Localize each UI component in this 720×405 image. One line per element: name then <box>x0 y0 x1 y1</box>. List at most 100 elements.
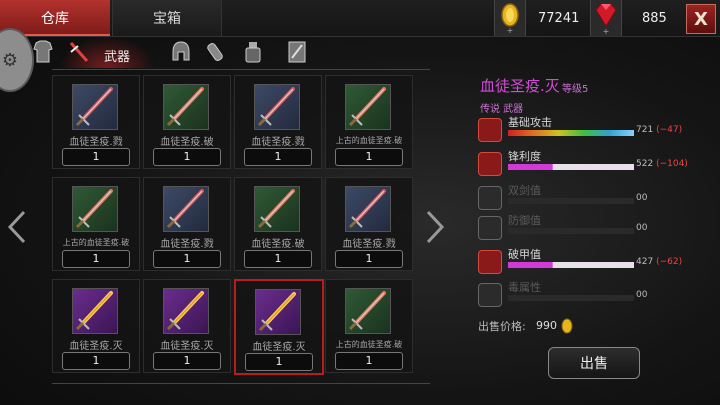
item-name: 血徒圣疫.灭 <box>252 342 306 353</box>
inventory-slot[interactable]: 血徒圣疫.破 1 <box>143 75 231 169</box>
gem-balance: + 885 <box>590 0 667 36</box>
item-title: 血徒圣疫.灭 <box>480 77 560 95</box>
item-name: 血徒圣疫.破 <box>160 137 214 148</box>
stat-icon <box>478 283 502 307</box>
stat-number: 522 <box>636 159 654 169</box>
stat-number: 00 <box>636 290 648 300</box>
item-quantity: 1 <box>153 148 221 166</box>
item-name: 上古的血徒圣疫.破 <box>335 136 403 145</box>
sword-icon <box>254 84 300 130</box>
item-quantity: 1 <box>153 352 221 370</box>
stat-value: 00 <box>636 193 647 203</box>
stat-bar <box>508 164 634 170</box>
potion-category-icon[interactable] <box>242 40 264 64</box>
stat-number: 00 <box>636 223 648 233</box>
tab-treasure-chest[interactable]: 宝箱 <box>112 0 222 36</box>
sword-icon <box>72 84 118 130</box>
stat-icon <box>478 118 502 142</box>
sword-icon <box>72 186 118 232</box>
coin-amount: 77241 <box>538 10 580 26</box>
stat-label: 基础攻击 <box>508 116 552 129</box>
category-weapon-label: 武器 <box>104 50 131 65</box>
item-quantity: 1 <box>62 250 130 268</box>
inventory-slot[interactable]: 血徒圣疫.戮 1 <box>234 75 322 169</box>
helmet-category-icon[interactable] <box>170 40 192 64</box>
stat-number: 721 <box>636 125 654 135</box>
sell-price-label: 出售价格: <box>478 320 526 333</box>
item-name: 血徒圣疫.破 <box>251 239 305 250</box>
inventory-slot[interactable]: 血徒圣疫.灭 1 <box>52 279 140 373</box>
item-level: 等级5 <box>562 84 589 95</box>
inventory-slot[interactable]: 上古的血徒圣疫.破 1 <box>52 177 140 271</box>
sword-icon <box>345 84 391 130</box>
sword-icon <box>255 289 301 335</box>
stat-label: 双剑值 <box>508 184 541 197</box>
stat-label: 防御值 <box>508 214 541 227</box>
grid-bottom-divider <box>52 383 430 384</box>
stat-icon <box>478 250 502 274</box>
sell-button[interactable]: 出售 <box>548 347 640 379</box>
weapon-category-icon[interactable] <box>68 40 90 64</box>
item-quantity: 1 <box>335 250 403 268</box>
sword-icon <box>72 288 118 334</box>
inventory-slot[interactable]: 血徒圣疫.戮 1 <box>143 177 231 271</box>
next-page-arrow[interactable] <box>424 210 446 251</box>
item-name: 血徒圣疫.戮 <box>69 137 123 148</box>
stat-bar <box>508 262 634 268</box>
stat-bar <box>508 130 634 136</box>
item-quantity: 1 <box>62 352 130 370</box>
stat-bar <box>508 295 634 301</box>
item-quantity: 1 <box>244 250 312 268</box>
item-quantity: 1 <box>153 250 221 268</box>
item-name: 上古的血徒圣疫.破 <box>335 340 403 349</box>
stat-label: 破甲值 <box>508 248 541 261</box>
stat-delta: (−47) <box>656 125 683 135</box>
category-divider <box>52 69 430 70</box>
scroll-category-icon[interactable] <box>286 40 308 64</box>
item-name: 血徒圣疫.戮 <box>251 137 305 148</box>
close-button[interactable]: X <box>686 4 716 34</box>
stat-bar <box>508 228 634 234</box>
sell-price-amount: 990 <box>536 319 557 332</box>
svg-text:+: + <box>507 26 514 35</box>
stat-number: 00 <box>636 193 648 203</box>
coin-icon: + <box>494 0 526 36</box>
item-name: 上古的血徒圣疫.破 <box>62 238 130 247</box>
item-name: 血徒圣疫.灭 <box>160 341 214 352</box>
stat-number: 427 <box>636 257 654 267</box>
stat-bar <box>508 198 634 204</box>
stat-delta: (−104) <box>656 159 688 169</box>
coin-icon <box>561 318 572 334</box>
item-name: 血徒圣疫.戮 <box>342 239 396 250</box>
inventory-slot[interactable]: 血徒圣疫.灭 1 <box>234 279 324 375</box>
item-name: 血徒圣疫.灭 <box>69 341 123 352</box>
item-quantity: 1 <box>245 353 313 371</box>
inventory-slot[interactable]: 血徒圣疫.破 1 <box>234 177 322 271</box>
stat-value: 00 <box>636 223 647 233</box>
sword-icon <box>163 288 209 334</box>
item-quantity: 1 <box>62 148 130 166</box>
armor-category-icon[interactable] <box>32 40 54 64</box>
sword-icon <box>163 186 209 232</box>
stat-value: 522 (−104) <box>636 159 688 169</box>
sell-price-value: 990 <box>536 318 573 334</box>
inventory-slot[interactable]: 血徒圣疫.戮 1 <box>325 177 413 271</box>
inventory-slot[interactable]: 上古的血徒圣疫.破 1 <box>325 75 413 169</box>
stat-label: 毒属性 <box>508 281 541 294</box>
sword-icon <box>345 288 391 334</box>
gauntlet-category-icon[interactable] <box>206 40 228 64</box>
gem-icon: + <box>590 0 622 36</box>
stat-delta: (−62) <box>656 257 683 267</box>
inventory-slot[interactable]: 上古的血徒圣疫.破 1 <box>325 279 413 373</box>
prev-page-arrow[interactable] <box>6 210 28 251</box>
item-quantity: 1 <box>335 352 403 370</box>
item-rarity: 传说 武器 <box>480 104 524 115</box>
inventory-slot[interactable]: 血徒圣疫.灭 1 <box>143 279 231 373</box>
coin-balance: + 77241 <box>494 0 579 36</box>
sword-icon <box>163 84 209 130</box>
inventory-slot[interactable]: 血徒圣疫.戮 1 <box>52 75 140 169</box>
stat-icon <box>478 216 502 240</box>
stat-value: 721 (−47) <box>636 125 682 135</box>
svg-text:+: + <box>603 27 610 36</box>
stat-icon <box>478 186 502 210</box>
